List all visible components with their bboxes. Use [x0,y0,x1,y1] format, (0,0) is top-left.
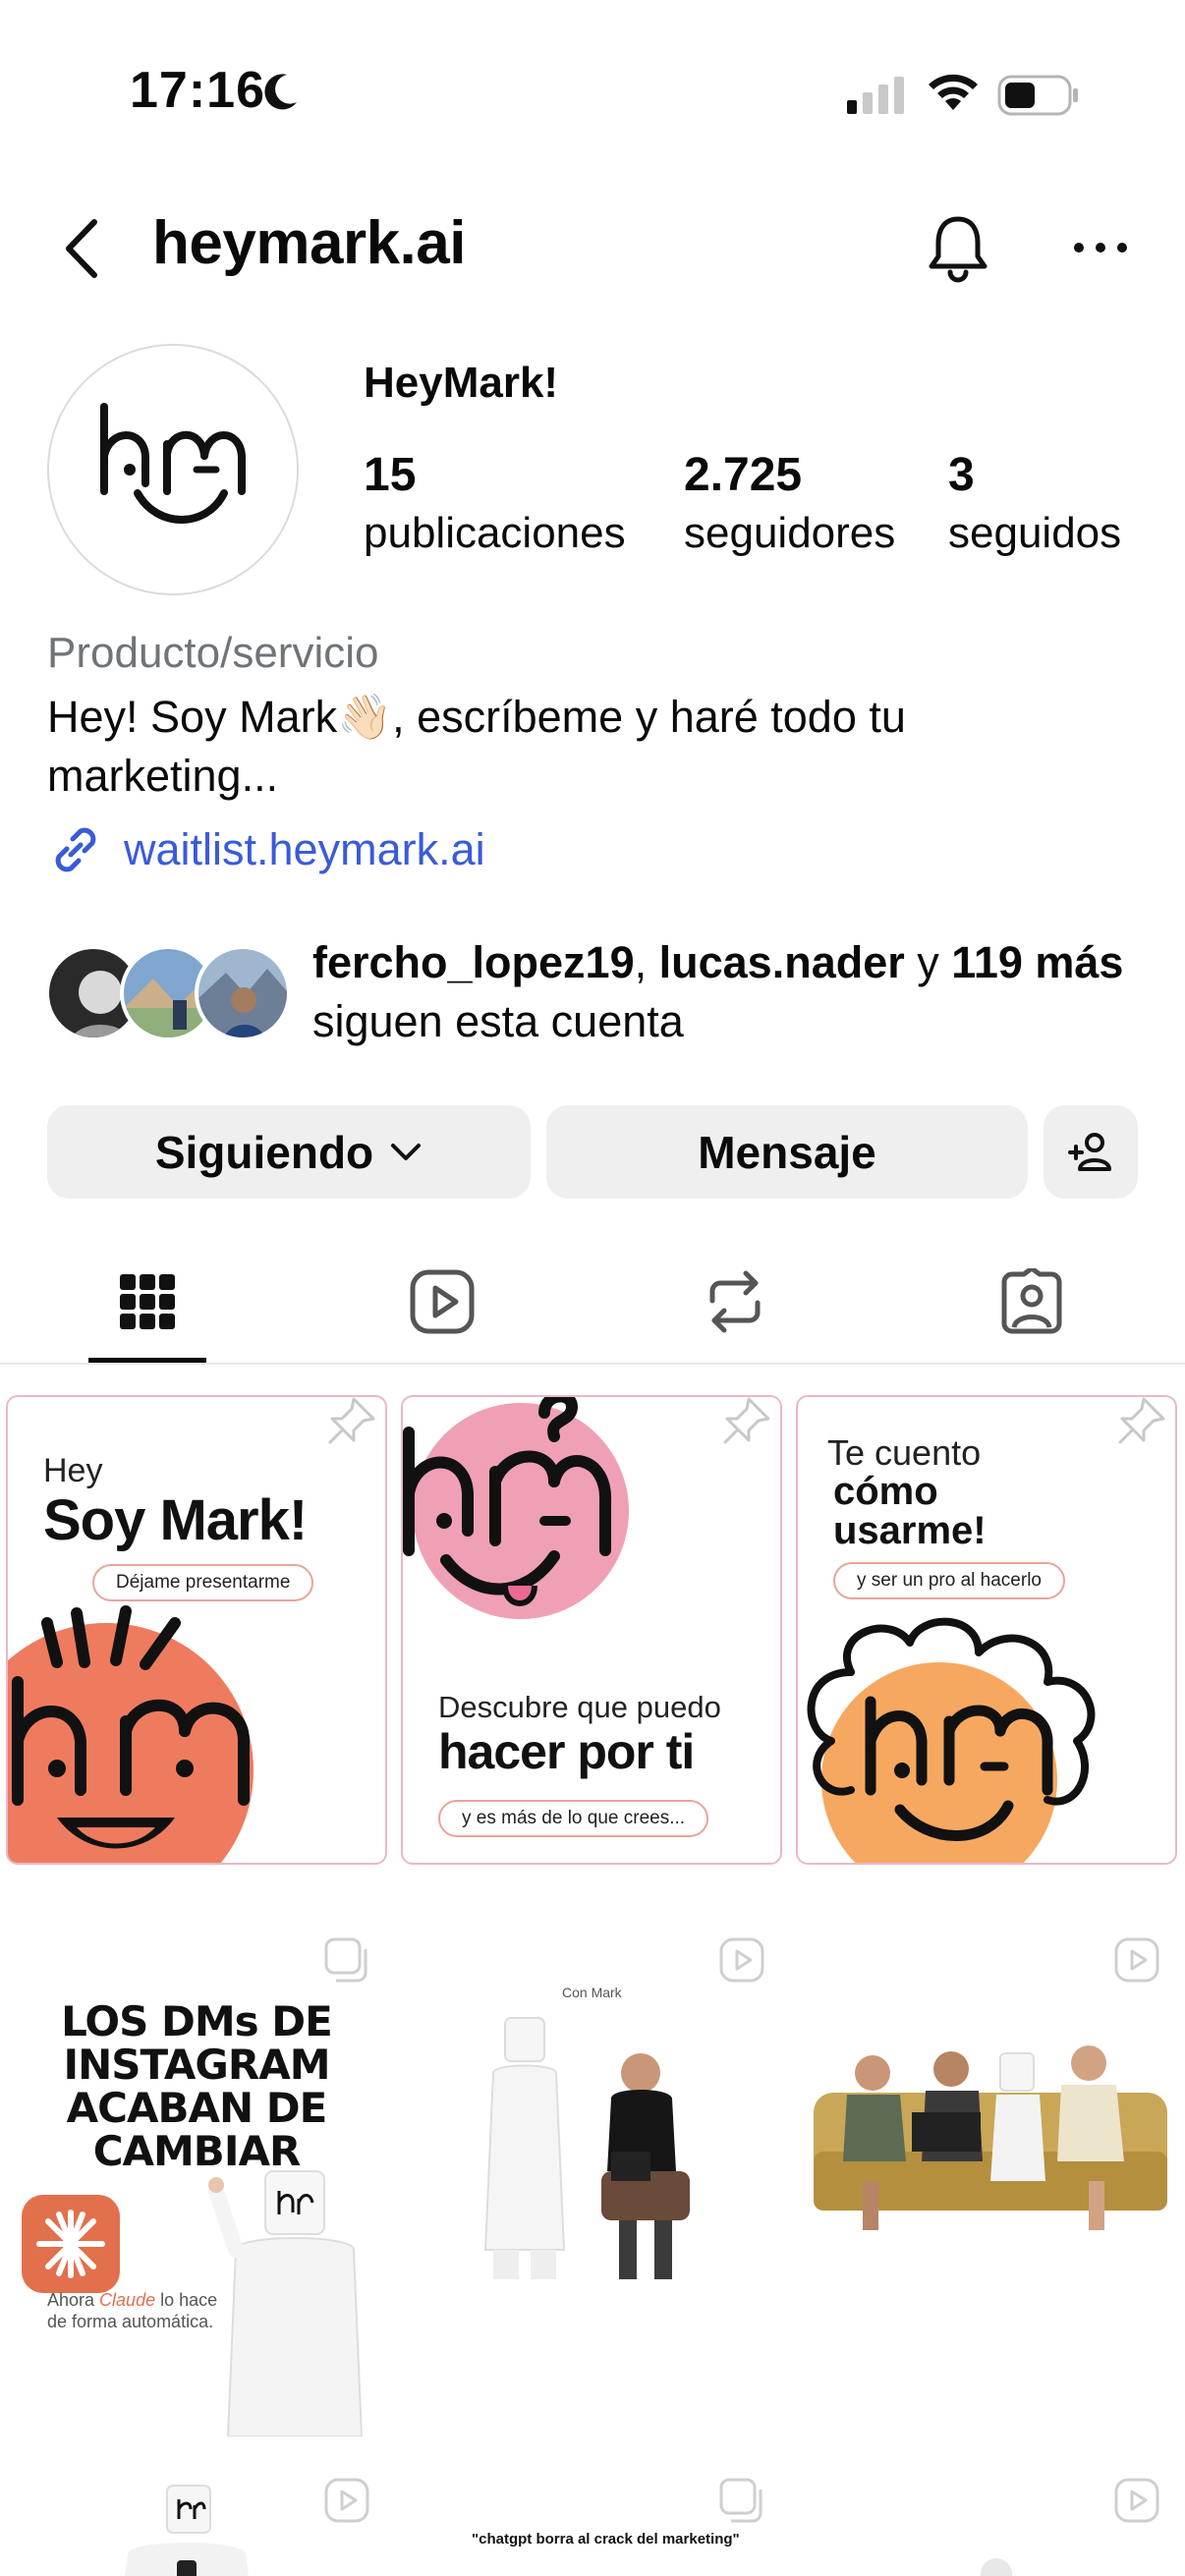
separator: , [634,937,659,987]
mutual-followers-avatars[interactable] [45,945,301,1043]
claude-brand-text: Claude [99,2290,156,2310]
post-headline: LOS DMs DE INSTAGRAM ACABAN DE CAMBIAR [61,1997,333,2175]
post-note: Ahora Claude lo hace de forma automática… [47,2290,218,2331]
reels-icon [410,1269,475,1333]
stat-following-value: 3 [948,449,975,501]
reel-play-icon [1114,1937,1159,1983]
tab-posts-grid[interactable] [88,1240,206,1363]
display-name: HeyMark! [364,359,559,407]
mutual-followers-suffix: siguen esta cuenta [312,996,684,1046]
post-tile[interactable]: "chatgpt borra al crack del marketing" [395,2446,788,2576]
profile-link-text: waitlist.heymark.ai [124,824,485,874]
post-text-big-1: cómo [833,1470,938,1513]
stat-followers[interactable]: 2.725 seguidores [684,447,895,563]
post-pill: y es más de lo que crees... [438,1800,709,1837]
status-time: 17:16 [130,62,265,119]
mark-face-pink-illustration [403,1397,629,1619]
battery-icon [997,75,1078,116]
stat-posts-label: publicaciones [364,509,626,557]
profile-bio: Hey! Soy Mark👋🏻, escríbeme y haré todo t… [47,692,906,801]
post-pill: Déjame presentarme [92,1564,314,1601]
post-tile[interactable] [790,1906,1183,2436]
post-text-big: hacer por ti [438,1724,695,1779]
profile-handle: heymark.ai [152,209,467,277]
stat-posts[interactable]: 15 publicaciones [364,447,626,563]
cellular-signal-icon [847,77,904,114]
mutual-followers-others: 119 más [951,937,1124,987]
mark-with-person-photo [483,2017,690,2279]
reel-play-icon [1114,2478,1159,2523]
post-tile[interactable]: Hey Soy Mark! Déjame presentarme [0,1385,393,1896]
pin-icon [1118,1397,1165,1444]
post-text-big: Soy Mark! [43,1488,308,1552]
post-text-big-2: usarme! [833,1509,987,1552]
following-button[interactable]: Siguiendo [47,1105,531,1199]
profile-avatar[interactable] [47,344,299,595]
link-icon [55,827,96,872]
reel-play-icon [324,2478,369,2523]
post-card: Te cuento cómo usarme! y ser un pro al h… [796,1395,1177,1865]
claude-logo-icon [22,2195,120,2293]
grid-icon [120,1273,175,1329]
post-thumbnail-fragment [981,2558,1012,2576]
tagged-icon [1001,1267,1062,1333]
pin-icon [328,1397,375,1444]
notification-bell-icon[interactable] [924,211,992,284]
post-tile[interactable] [790,2446,1183,2576]
tabs-divider [0,1363,1185,1365]
carousel-icon [719,2478,762,2523]
stat-followers-label: seguidores [684,509,896,557]
profile-link[interactable]: waitlist.heymark.ai [47,821,485,878]
stat-following[interactable]: 3 seguidos [948,447,1121,563]
post-tile[interactable]: Con Mark [395,1906,788,2436]
repost-icon [709,1270,761,1332]
back-arrow-icon[interactable] [55,214,110,283]
post-text-small: Te cuento [827,1432,982,1473]
stat-posts-value: 15 [364,449,417,501]
tab-reels[interactable] [383,1240,501,1363]
profile-category: Producto/servicio [47,629,379,677]
mark-face-orange-illustration [807,1617,1096,1863]
post-tile[interactable] [0,2446,393,2576]
pin-icon [723,1397,770,1444]
moon-icon [264,74,297,110]
chevron-down-icon [391,1143,422,1160]
post-text-small: Descubre que puedo [438,1690,721,1724]
message-button[interactable]: Mensaje [546,1105,1028,1199]
post-card: Descubre que puedo hacer por ti y es más… [401,1395,782,1865]
post-text-small: Hey [43,1452,103,1489]
mark-mascot-photo [125,2485,249,2576]
tab-reposts[interactable] [676,1240,794,1363]
post-caption: "chatgpt borra al crack del marketing" [472,2531,740,2548]
following-button-label: Siguiendo [154,1126,374,1178]
wifi-icon [929,74,978,110]
reel-play-icon [719,1937,764,1983]
post-caption: Con Mark [562,1985,622,2000]
conjunction: y [904,937,952,987]
carousel-icon [324,1937,367,1983]
post-tile[interactable]: Te cuento cómo usarme! y ser un pro al h… [790,1385,1183,1896]
post-tile[interactable]: LOS DMs DE INSTAGRAM ACABAN DE CAMBIAR A… [0,1906,393,2436]
mutual-follower-2[interactable]: lucas.nader [659,937,905,987]
post-card: Hey Soy Mark! Déjame presentarme [6,1395,387,1865]
mark-face-salmon-illustration [8,1605,254,1863]
stat-following-label: seguidos [948,509,1122,557]
suggest-people-button[interactable] [1044,1105,1138,1199]
post-tile[interactable]: Descubre que puedo hacer por ti y es más… [395,1385,788,1896]
more-options-icon[interactable] [1071,236,1130,259]
add-person-icon [1068,1132,1111,1171]
stat-followers-value: 2.725 [684,449,803,501]
mutual-followers-text[interactable]: fercho_lopez19, lucas.nader y 119 más si… [312,933,1157,1051]
group-on-sofa-photo [814,2045,1167,2230]
avatar [195,945,291,1041]
status-bar: 17:16 [0,0,1185,187]
message-button-label: Mensaje [698,1126,876,1178]
profile-tabs [0,1240,1185,1366]
mutual-follower-1[interactable]: fercho_lopez19 [312,937,635,987]
tab-tagged[interactable] [973,1240,1091,1363]
hm-logo-icon [100,403,246,524]
